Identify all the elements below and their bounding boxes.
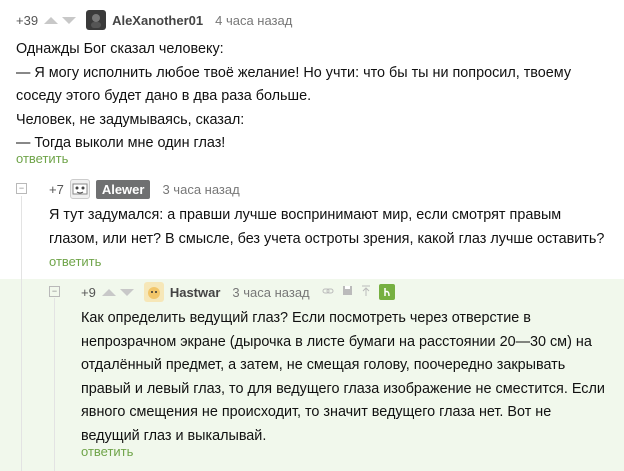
- username[interactable]: AleXanother01: [112, 13, 203, 28]
- reply-link[interactable]: ответить: [16, 151, 68, 166]
- username[interactable]: Hastwar: [170, 285, 221, 300]
- save-icon[interactable]: [342, 285, 353, 299]
- comment-line: — Я могу исполнить любое твоё желание! Н…: [16, 64, 572, 81]
- rating: +7: [49, 181, 64, 197]
- timestamp[interactable]: 4 часа назад: [215, 13, 292, 28]
- avatar[interactable]: [69, 179, 90, 199]
- avatar-image: [91, 14, 102, 28]
- upvote-icon[interactable]: [101, 288, 116, 296]
- author-mark-icon[interactable]: [378, 284, 395, 300]
- upvote-icon[interactable]: [44, 16, 59, 24]
- comment-line: отдалённый предмет, а затем, не смещая г…: [81, 357, 566, 373]
- rating: +39: [16, 12, 39, 28]
- timestamp[interactable]: 3 часа назад: [162, 182, 239, 197]
- comment-body: Как определить ведущий глаз? Если посмот…: [81, 307, 605, 448]
- collapse-button[interactable]: −: [49, 286, 60, 297]
- comment-line: непрозрачном экране (дырочка в листе бум…: [81, 333, 592, 350]
- reply-link[interactable]: ответить: [49, 254, 101, 269]
- comment-line: Я тут задумался: а правши лучше восприни…: [49, 207, 562, 223]
- downvote-icon[interactable]: [119, 288, 134, 296]
- comment-line: Как определить ведущий глаз? Если посмот…: [81, 310, 531, 326]
- comment-line: правый и левый глаз, то для ведущего гла…: [81, 380, 605, 397]
- avatar-image: [147, 287, 160, 299]
- rating: +9: [81, 284, 96, 300]
- collapse-button[interactable]: −: [16, 183, 27, 194]
- avatar[interactable]: [86, 10, 107, 30]
- downvote-icon[interactable]: [62, 16, 77, 24]
- username[interactable]: Alewer: [95, 179, 151, 199]
- link-icon[interactable]: [322, 285, 334, 300]
- comment-line: Однажды Бог сказал человеку:: [16, 41, 224, 57]
- comment-line: соседу этого будет дано в два раза больш…: [16, 88, 312, 104]
- comment-body: Однажды Бог сказал человеку: — Я могу ис…: [16, 38, 571, 156]
- comment-line: явного смещения не происходит, то значит…: [81, 404, 552, 420]
- comment-line: глазом, или нет? В смысле, без учета ост…: [49, 230, 605, 247]
- reply-link[interactable]: ответить: [81, 444, 133, 459]
- scroll-up-icon[interactable]: [361, 285, 371, 300]
- avatar[interactable]: [143, 282, 164, 302]
- comment-header: +9 Hastwar 3 часа назад: [81, 282, 395, 302]
- comment-line: Человек, не задумываясь, сказал:: [16, 111, 245, 128]
- comment-line: — Тогда выколи мне один глаз!: [16, 135, 226, 151]
- comment-header: +39 AleXanother01 4 часа назад: [16, 10, 292, 30]
- avatar-image: [72, 183, 88, 195]
- comment-line: ведущий глаз и выкалывай.: [81, 427, 267, 444]
- thread-line: [54, 298, 55, 471]
- comment-body: Я тут задумался: а правши лучше восприни…: [49, 204, 604, 251]
- thread-line: [21, 196, 22, 471]
- comment-tools: [322, 284, 395, 300]
- timestamp[interactable]: 3 часа назад: [232, 285, 309, 300]
- comment-header: +7 Alewer 3 часа назад: [49, 179, 240, 199]
